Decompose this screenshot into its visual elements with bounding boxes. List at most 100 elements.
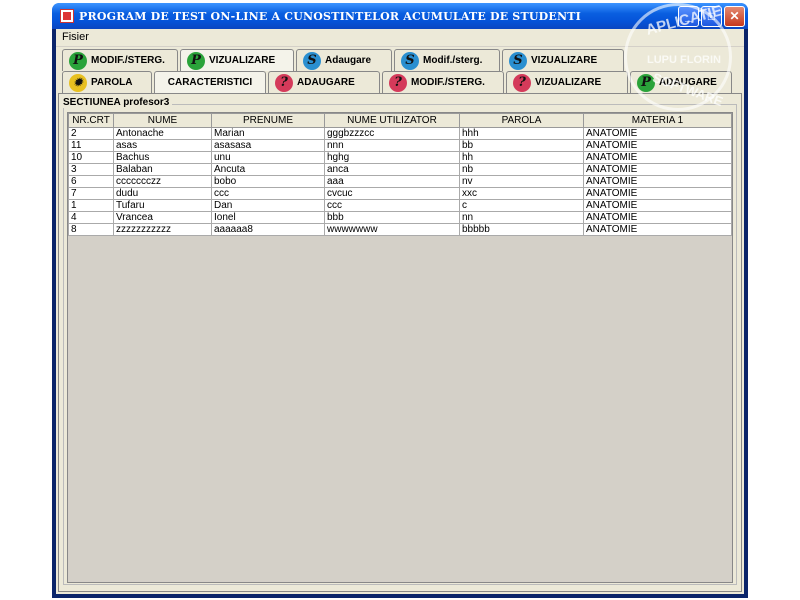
table-cell: asas	[113, 139, 212, 152]
tab-label: MODIF./STERG.	[411, 77, 485, 88]
table-cell: Vrancea	[113, 211, 212, 224]
title-bar[interactable]: PROGRAM DE TEST ON-LINE A CUNOSTINTELOR …	[52, 3, 748, 29]
s-badge-icon: S	[401, 51, 419, 70]
tab-adaugare-q[interactable]: ? ADAUGARE	[268, 71, 380, 93]
close-button[interactable]: ✕	[724, 5, 745, 27]
p-badge-icon: P	[637, 73, 655, 92]
table-row[interactable]: 4 Vrancea Ionel bbb nn ANATOMIE	[68, 211, 732, 224]
table-cell: bbb	[324, 211, 460, 224]
table-row[interactable]: 11 asas asasasa nnn bb ANATOMIE	[68, 139, 732, 152]
table-row[interactable]: 6 ccccccczz bobo aaa nv ANATOMIE	[68, 175, 732, 188]
table-cell: nb	[459, 163, 584, 176]
table-cell: ANATOMIE	[583, 163, 732, 176]
header-nr-crt[interactable]: NR.CRT	[68, 113, 114, 128]
window-client: Fisier P MODIF./STERG. P VIZUALIZARE S A…	[56, 29, 744, 594]
tab-modif-sterg-s[interactable]: S Modif./sterg.	[394, 49, 500, 71]
gear-icon: ✹	[69, 73, 87, 92]
table-cell: aaa	[324, 175, 460, 188]
tab-label: VIZUALIZARE	[209, 55, 276, 66]
tab-label: VIZUALIZARE	[531, 55, 598, 66]
table-cell: gggbzzzcc	[324, 127, 460, 140]
table-cell: ccc	[324, 199, 460, 212]
tab-label: Modif./sterg.	[423, 55, 483, 66]
table-cell: Marian	[211, 127, 325, 140]
table-cell: Ionel	[211, 211, 325, 224]
table-row[interactable]: 10 Bachus unu hghg hh ANATOMIE	[68, 151, 732, 164]
table-cell: ANATOMIE	[583, 211, 732, 224]
table-cell: aaaaaa8	[211, 223, 325, 236]
table-cell: ANATOMIE	[583, 175, 732, 188]
table-cell: 7	[68, 187, 114, 200]
table-row[interactable]: 1 Tufaru Dan ccc c ANATOMIE	[68, 199, 732, 212]
question-badge-icon: ?	[275, 73, 293, 92]
table-cell: dudu	[113, 187, 212, 200]
tab-label: VIZUALIZARE	[535, 77, 602, 88]
table-cell: hhh	[459, 127, 584, 140]
table-cell: Antonache	[113, 127, 212, 140]
table-cell: Ancuta	[211, 163, 325, 176]
tab-vizualizare-s[interactable]: S VIZUALIZARE	[502, 49, 624, 71]
table-cell: 3	[68, 163, 114, 176]
app-icon	[60, 9, 74, 23]
header-nume[interactable]: NUME	[113, 113, 212, 128]
tab-label: CARACTERISTICI	[167, 77, 253, 88]
tab-parola[interactable]: ✹ PAROLA	[62, 71, 152, 93]
table-row[interactable]: 7 dudu ccc cvcuc xxc ANATOMIE	[68, 187, 732, 200]
table-cell: nnn	[324, 139, 460, 152]
s-badge-icon: S	[303, 51, 321, 70]
table-cell: unu	[211, 151, 325, 164]
header-prenume[interactable]: PRENUME	[211, 113, 325, 128]
table-cell: Dan	[211, 199, 325, 212]
table-cell: 8	[68, 223, 114, 236]
tabs-row-2: ✹ PAROLA CARACTERISTICI ? ADAUGARE ? MOD…	[62, 71, 734, 93]
s-badge-icon: S	[509, 51, 527, 70]
table-cell: ANATOMIE	[583, 199, 732, 212]
tab-modif-sterg-p[interactable]: P MODIF./STERG.	[62, 49, 178, 71]
table-cell: bbbbb	[459, 223, 584, 236]
table-cell: 6	[68, 175, 114, 188]
tab-modif-sterg-q[interactable]: ? MODIF./STERG.	[382, 71, 504, 93]
header-nume-utilizator[interactable]: NUME UTILIZATOR	[324, 113, 460, 128]
students-table-container[interactable]: NR.CRT NUME PRENUME NUME UTILIZATOR PARO…	[67, 112, 733, 583]
table-cell: 2	[68, 127, 114, 140]
question-badge-icon: ?	[513, 73, 531, 92]
table-cell: 11	[68, 139, 114, 152]
tab-label: ADAUGARE	[659, 77, 717, 88]
menu-fisier[interactable]: Fisier	[62, 31, 89, 43]
header-materia-1[interactable]: MATERIA 1	[583, 113, 732, 128]
table-cell: Bachus	[113, 151, 212, 164]
table-cell: ccccccczz	[113, 175, 212, 188]
tab-caracteristici[interactable]: CARACTERISTICI	[154, 71, 266, 93]
tab-vizualizare-p[interactable]: P VIZUALIZARE	[180, 49, 294, 71]
tab-content-panel: SECTIUNEA profesor3 NR.CRT NUME PRENUME …	[58, 93, 742, 592]
tab-label: MODIF./STERG.	[91, 55, 165, 66]
tab-vizualizare-q[interactable]: ? VIZUALIZARE	[506, 71, 628, 93]
table-cell: xxc	[459, 187, 584, 200]
table-cell: zzzzzzzzzzz	[113, 223, 212, 236]
p-badge-icon: P	[69, 51, 87, 70]
table-cell: ANATOMIE	[583, 223, 732, 236]
table-row[interactable]: 3 Balaban Ancuta anca nb ANATOMIE	[68, 163, 732, 176]
table-row[interactable]: 2 Antonache Marian gggbzzzcc hhh ANATOMIE	[68, 127, 732, 140]
tab-label: ADAUGARE	[297, 77, 355, 88]
table-cell: ANATOMIE	[583, 187, 732, 200]
tab-adaugare-s[interactable]: S Adaugare	[296, 49, 392, 71]
table-cell: nv	[459, 175, 584, 188]
table-cell: hh	[459, 151, 584, 164]
header-parola[interactable]: PAROLA	[459, 113, 584, 128]
tabs-row-1: P MODIF./STERG. P VIZUALIZARE S Adaugare…	[62, 49, 626, 71]
tab-adaugare-p[interactable]: P ADAUGARE	[630, 71, 732, 93]
table-row[interactable]: 8 zzzzzzzzzzz aaaaaa8 wwwwwww bbbbb ANATOMIE	[68, 223, 732, 236]
table-cell: ccc	[211, 187, 325, 200]
maximize-button[interactable]: □	[701, 5, 722, 27]
table-cell: asasasa	[211, 139, 325, 152]
table-cell: ANATOMIE	[583, 127, 732, 140]
main-window: PROGRAM DE TEST ON-LINE A CUNOSTINTELOR …	[52, 2, 748, 598]
minimize-button[interactable]: _	[678, 5, 699, 27]
section-title: SECTIUNEA profesor3	[63, 97, 173, 108]
table-cell: ANATOMIE	[583, 151, 732, 164]
table-cell: wwwwwww	[324, 223, 460, 236]
table-cell: anca	[324, 163, 460, 176]
table-cell: hghg	[324, 151, 460, 164]
tab-label: PAROLA	[91, 77, 133, 88]
